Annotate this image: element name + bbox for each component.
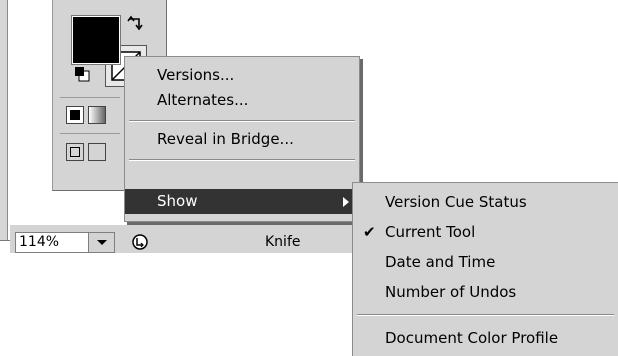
submenu-item-date-and-time[interactable]: Date and Time <box>353 250 618 275</box>
status-current-tool: Knife <box>265 234 301 250</box>
show-submenu: Version Cue Status ✔ Current Tool Date a… <box>352 182 618 356</box>
default-colors-icon[interactable] <box>74 66 90 82</box>
window-frame <box>0 0 8 240</box>
status-tool-icon <box>131 233 149 251</box>
zoom-field[interactable]: 114% <box>15 232 88 253</box>
full-screen-icon[interactable] <box>88 143 106 161</box>
standard-screen-icon[interactable] <box>66 143 84 161</box>
menu-item-show-label: Show <box>157 192 198 210</box>
submenu-item-current-tool-label: Current Tool <box>385 223 476 241</box>
checkmark-icon: ✔ <box>363 223 376 241</box>
fill-swatch[interactable] <box>71 15 121 65</box>
submenu-item-current-tool[interactable]: ✔ Current Tool <box>353 220 618 245</box>
gradient-mode-icon[interactable] <box>88 106 106 124</box>
zoom-dropdown-button[interactable] <box>88 232 115 253</box>
menu-item-versions[interactable]: Versions... <box>125 63 359 88</box>
color-mode-icon[interactable] <box>66 106 84 124</box>
submenu-item-version-cue-status[interactable]: Version Cue Status <box>353 190 618 215</box>
tools-divider <box>60 97 120 98</box>
menu-item-alternates[interactable]: Alternates... <box>125 88 359 113</box>
menu-separator <box>129 159 355 161</box>
menu-separator <box>357 314 614 316</box>
menu-item-reveal-in-bridge[interactable]: Reveal in Bridge... <box>125 127 359 152</box>
submenu-arrow-icon <box>343 197 349 207</box>
menu-item-show[interactable]: Show <box>125 189 359 214</box>
submenu-item-number-of-undos[interactable]: Number of Undos <box>353 280 618 305</box>
tools-divider <box>60 133 120 134</box>
context-menu: Versions... Alternates... Reveal in Brid… <box>124 56 360 222</box>
swap-fill-stroke-icon[interactable] <box>125 14 147 36</box>
menu-separator <box>129 120 355 122</box>
submenu-item-document-color-profile[interactable]: Document Color Profile <box>353 326 618 351</box>
